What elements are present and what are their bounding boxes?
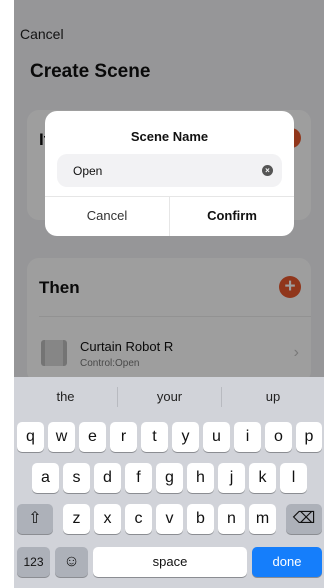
scene-name-field[interactable]: × — [57, 154, 282, 187]
key-u[interactable]: u — [203, 422, 230, 452]
key-p[interactable]: p — [296, 422, 322, 452]
shift-key[interactable]: ⇧ — [17, 504, 53, 534]
key-y[interactable]: y — [172, 422, 199, 452]
clear-icon[interactable]: × — [262, 165, 273, 176]
right-margin — [324, 0, 334, 588]
numbers-key[interactable]: 123 — [17, 547, 50, 577]
dialog-title: Scene Name — [130, 129, 209, 144]
backspace-key[interactable]: ⌫ — [286, 504, 322, 534]
scene-name-dialog: Scene Name × Cancel Confirm — [45, 111, 294, 236]
keyboard: the your up q w e r t y u i o p a s d f … — [14, 377, 324, 588]
left-margin — [0, 0, 14, 588]
key-r[interactable]: r — [110, 422, 137, 452]
key-j[interactable]: j — [218, 463, 245, 493]
key-o[interactable]: o — [265, 422, 292, 452]
key-s[interactable]: s — [63, 463, 90, 493]
key-b[interactable]: b — [187, 504, 214, 534]
dialog-confirm-button[interactable]: Confirm — [170, 196, 294, 236]
key-w[interactable]: w — [48, 422, 75, 452]
suggestion-item[interactable]: your — [118, 377, 221, 417]
key-x[interactable]: x — [94, 504, 121, 534]
key-c[interactable]: c — [125, 504, 152, 534]
key-e[interactable]: e — [79, 422, 106, 452]
dialog-cancel-button[interactable]: Cancel — [45, 196, 169, 236]
key-m[interactable]: m — [249, 504, 276, 534]
done-key[interactable]: done — [252, 547, 322, 577]
suggestion-bar: the your up — [14, 377, 324, 417]
key-l[interactable]: l — [280, 463, 307, 493]
key-i[interactable]: i — [234, 422, 261, 452]
key-g[interactable]: g — [156, 463, 183, 493]
key-t[interactable]: t — [141, 422, 168, 452]
key-v[interactable]: v — [156, 504, 183, 534]
suggestion-item[interactable]: the — [14, 377, 117, 417]
scene-name-input[interactable] — [57, 154, 282, 187]
suggestion-item[interactable]: up — [222, 377, 324, 417]
key-q[interactable]: q — [17, 422, 44, 452]
key-h[interactable]: h — [187, 463, 214, 493]
space-key[interactable]: space — [93, 547, 247, 577]
key-z[interactable]: z — [63, 504, 90, 534]
key-d[interactable]: d — [94, 463, 121, 493]
key-k[interactable]: k — [249, 463, 276, 493]
emoji-key[interactable]: ☺ — [55, 547, 88, 577]
key-f[interactable]: f — [125, 463, 152, 493]
key-a[interactable]: a — [32, 463, 59, 493]
key-n[interactable]: n — [218, 504, 245, 534]
